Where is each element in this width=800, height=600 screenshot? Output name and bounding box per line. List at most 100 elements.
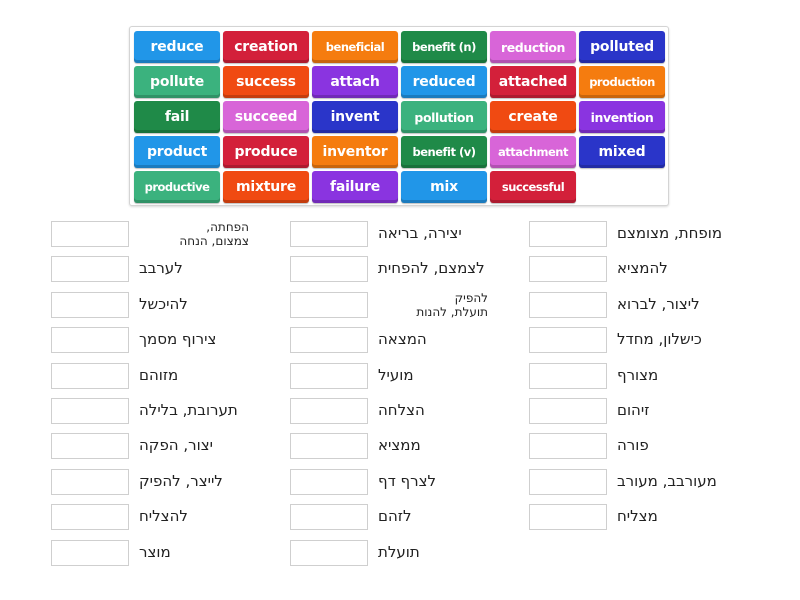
match-row: זיהום	[529, 395, 649, 427]
word-tile[interactable]: beneficial	[312, 31, 398, 63]
match-row: לזהם	[290, 501, 411, 533]
drop-slot[interactable]	[529, 327, 607, 353]
word-tile[interactable]: inventor	[312, 136, 398, 168]
drop-slot[interactable]	[290, 469, 368, 495]
word-tile[interactable]: successful	[490, 171, 576, 203]
word-tile[interactable]: reduce	[134, 31, 220, 63]
match-row: מעורבב, מעורב	[529, 466, 717, 498]
drop-slot[interactable]	[290, 221, 368, 247]
definition-label: פורה	[617, 436, 649, 455]
word-tile[interactable]: production	[579, 66, 665, 98]
definition-line: להפיק	[454, 291, 488, 305]
match-row: כישלון, מחדל	[529, 324, 702, 356]
match-row: להצליח	[51, 501, 188, 533]
definition-label: זיהום	[617, 401, 650, 420]
match-row: מוצר	[51, 537, 171, 569]
word-tile[interactable]: failure	[312, 171, 398, 203]
drop-slot[interactable]	[529, 221, 607, 247]
definition-label: יצירה, בריאה	[378, 224, 462, 243]
word-tile[interactable]: create	[490, 101, 576, 133]
word-tile[interactable]: benefit (n)	[401, 31, 487, 63]
word-tile[interactable]: reduction	[490, 31, 576, 63]
definition-line: הפחתה,	[206, 220, 249, 234]
drop-slot[interactable]	[290, 433, 368, 459]
drop-slot[interactable]	[290, 504, 368, 530]
word-tile[interactable]: creation	[223, 31, 309, 63]
word-tile[interactable]: benefit (v)	[401, 136, 487, 168]
word-tile[interactable]: fail	[134, 101, 220, 133]
match-row: המצאה	[290, 324, 427, 356]
drop-slot[interactable]	[290, 398, 368, 424]
word-tile[interactable]: invention	[579, 101, 665, 133]
word-tile[interactable]: attached	[490, 66, 576, 98]
drop-slot[interactable]	[290, 363, 368, 389]
definition-label: מועיל	[378, 366, 414, 385]
match-row: ליצור, לברוא	[529, 289, 700, 321]
definition-label: כישלון, מחדל	[617, 330, 702, 349]
word-tile[interactable]: product	[134, 136, 220, 168]
match-row: לצרף דף	[290, 466, 436, 498]
drop-slot[interactable]	[290, 327, 368, 353]
drop-slot[interactable]	[529, 292, 607, 318]
definition-label: לצמצם, להפחית	[378, 259, 485, 278]
drop-slot[interactable]	[51, 327, 129, 353]
drop-slot[interactable]	[51, 256, 129, 282]
match-row: הפחתה, צמצום, הנחה	[51, 218, 249, 250]
drop-slot[interactable]	[529, 256, 607, 282]
word-tile[interactable]: succeed	[223, 101, 309, 133]
drop-slot[interactable]	[529, 504, 607, 530]
word-tile[interactable]: attach	[312, 66, 398, 98]
match-row: תועלת	[290, 537, 420, 569]
match-row: הצלחה	[290, 395, 425, 427]
match-row: לצמצם, להפחית	[290, 253, 485, 285]
definition-label: מזוהם	[139, 366, 179, 385]
word-tile[interactable]: mixture	[223, 171, 309, 203]
word-tile[interactable]: polluted	[579, 31, 665, 63]
word-tile[interactable]: success	[223, 66, 309, 98]
drop-slot[interactable]	[51, 540, 129, 566]
word-tile[interactable]: produce	[223, 136, 309, 168]
definition-label: תועלת	[378, 543, 420, 562]
word-tile[interactable]: productive	[134, 171, 220, 203]
drop-slot[interactable]	[529, 398, 607, 424]
definition-label: לצרף דף	[378, 472, 437, 491]
drop-slot[interactable]	[51, 469, 129, 495]
word-tile[interactable]: mix	[401, 171, 487, 203]
drop-slot[interactable]	[51, 433, 129, 459]
definition-label: לייצר, להפיק	[139, 472, 223, 491]
word-tile[interactable]: mixed	[579, 136, 665, 168]
word-tile[interactable]: pollution	[401, 101, 487, 133]
match-row: להיכשל	[51, 289, 188, 321]
drop-slot[interactable]	[51, 398, 129, 424]
drop-slot[interactable]	[529, 433, 607, 459]
definition-label: להמציא	[617, 259, 668, 278]
definition-label: תערובת, בלילה	[139, 401, 238, 420]
definition-label: מעורבב, מעורב	[617, 472, 717, 491]
definition-label: להצליח	[139, 507, 188, 526]
drop-slot[interactable]	[529, 363, 607, 389]
drop-slot[interactable]	[51, 221, 129, 247]
drop-slot[interactable]	[290, 292, 368, 318]
drop-slot[interactable]	[290, 540, 368, 566]
drop-slot[interactable]	[290, 256, 368, 282]
drop-slot[interactable]	[529, 469, 607, 495]
definition-label: ממציא	[378, 436, 421, 455]
drop-slot[interactable]	[51, 504, 129, 530]
match-row: לייצר, להפיק	[51, 466, 223, 498]
drop-slot[interactable]	[51, 292, 129, 318]
match-row: צירוף מסמך	[51, 324, 216, 356]
match-row: פורה	[529, 430, 649, 462]
word-tile[interactable]: reduced	[401, 66, 487, 98]
word-tile[interactable]: pollute	[134, 66, 220, 98]
word-tile[interactable]: invent	[312, 101, 398, 133]
definition-label: להיכשל	[139, 295, 188, 314]
word-tile[interactable]: attachment	[490, 136, 576, 168]
match-row: מופחת, מצומצם	[529, 218, 722, 250]
drop-slot[interactable]	[51, 363, 129, 389]
definition-label: להפיק תועלת, להנות	[378, 291, 488, 319]
match-row: תערובת, בלילה	[51, 395, 238, 427]
match-row: מזוהם	[51, 360, 178, 392]
match-row: לערבב	[51, 253, 183, 285]
definition-label: המצאה	[378, 330, 427, 349]
match-row: יצור, הפקה	[51, 430, 213, 462]
